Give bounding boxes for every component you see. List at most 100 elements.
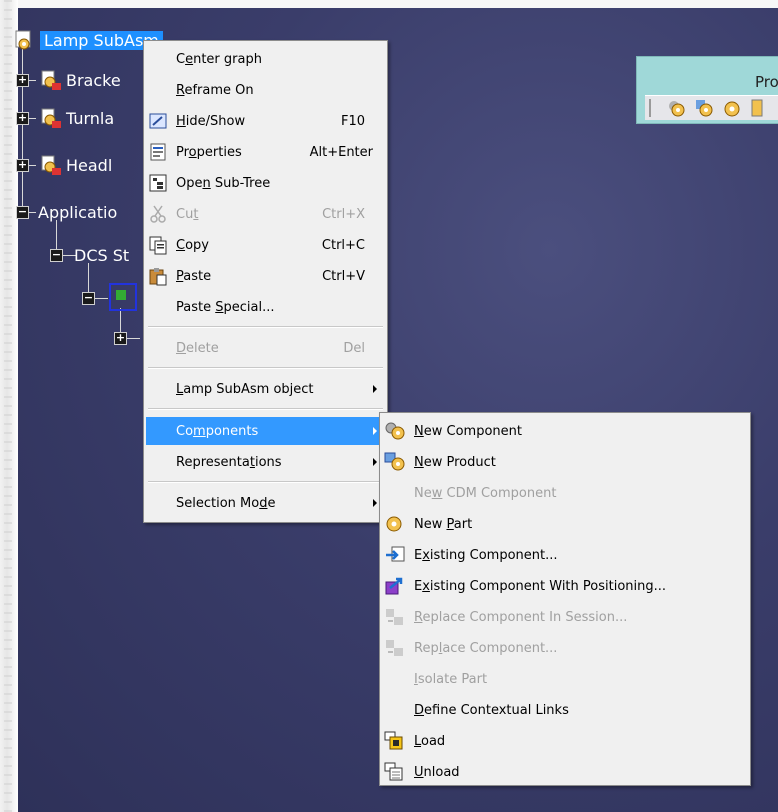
menu-item-label: Paste Special... xyxy=(176,299,275,315)
existing-component-icon xyxy=(384,545,405,565)
submenu-arrow-icon xyxy=(373,499,377,507)
tree-node-root[interactable]: Lamp SubAsm xyxy=(14,28,163,52)
menu-item-properties[interactable]: Properties Alt+Enter xyxy=(146,138,385,166)
menu-item-label: Load xyxy=(414,733,446,749)
tree-node-label[interactable]: Headl xyxy=(66,156,112,175)
submenu-item-unload[interactable]: Unload xyxy=(382,758,748,786)
component-icon xyxy=(40,69,62,91)
submenu-arrow-icon xyxy=(373,385,377,393)
new-part-icon xyxy=(384,514,404,534)
toolbar-icon-row xyxy=(645,95,778,120)
menu-item-label: Lamp SubAsm object xyxy=(176,381,314,397)
menu-item-shortcut: Ctrl+V xyxy=(322,268,365,284)
menu-item-shortcut: Del xyxy=(343,340,365,356)
load-icon xyxy=(384,731,404,751)
tree-node-dcs[interactable]: DCS St xyxy=(74,243,129,267)
menu-item-label: Components xyxy=(176,423,259,439)
tree-node-label[interactable]: Bracke xyxy=(66,71,121,90)
menu-item-label: Selection Mode xyxy=(176,495,276,511)
tree-node-label[interactable]: Applicatio xyxy=(38,203,117,222)
toolbar-title: Pro xyxy=(755,73,778,91)
submenu-item-load[interactable]: Load xyxy=(382,727,748,755)
new-product-icon xyxy=(384,452,405,472)
component-icon xyxy=(40,107,62,129)
tree-line xyxy=(22,38,23,213)
submenu-item-replace-in-session[interactable]: Replace Component In Session... xyxy=(382,603,748,631)
menu-item-shortcut: Ctrl+X xyxy=(322,206,365,222)
menu-item-selection-mode[interactable]: Selection Mode xyxy=(146,489,385,517)
menu-item-components[interactable]: Components xyxy=(146,417,385,445)
menu-item-label: Existing Component With Positioning... xyxy=(414,578,667,594)
copy-icon xyxy=(148,235,168,255)
tree-node[interactable]: Headl xyxy=(40,153,112,177)
menu-item-shortcut: F10 xyxy=(340,113,365,129)
expand-plus-icon[interactable]: + xyxy=(114,332,127,345)
submenu-item-new-product[interactable]: New Product xyxy=(382,448,748,476)
properties-icon xyxy=(148,142,168,162)
menu-item-reframe-on[interactable]: Reframe On xyxy=(146,76,385,104)
collapse-minus-icon[interactable]: − xyxy=(50,249,63,262)
menu-item-shortcut: Ctrl+C xyxy=(321,237,365,253)
menu-separator xyxy=(148,367,383,369)
menu-item-label: Unload xyxy=(414,764,460,780)
menu-item-center-graph[interactable]: Center graph xyxy=(146,45,385,73)
open-subtree-icon xyxy=(148,173,168,193)
menu-item-label: Delete xyxy=(176,340,219,356)
menu-item-label: Center graph xyxy=(176,51,262,67)
menu-item-label: Copy xyxy=(176,237,209,253)
collapse-minus-icon[interactable]: − xyxy=(16,206,29,219)
submenu-arrow-icon xyxy=(373,427,377,435)
menu-item-label: Define Contextual Links xyxy=(414,702,569,718)
hide-show-icon xyxy=(148,111,168,131)
collapse-minus-icon[interactable]: − xyxy=(82,292,95,305)
tree-node-label[interactable]: Turnla xyxy=(66,109,114,128)
new-part-icon[interactable] xyxy=(723,99,741,117)
submenu-item-new-part[interactable]: New Part xyxy=(382,510,748,538)
tree-node[interactable]: Bracke xyxy=(40,68,121,92)
submenu-item-isolate-part[interactable]: Isolate Part xyxy=(382,665,748,693)
menu-item-label: Representations xyxy=(176,454,282,470)
submenu-item-existing-component-positioning[interactable]: Existing Component With Positioning... xyxy=(382,572,748,600)
menu-item-label: Cut xyxy=(176,206,199,222)
existing-component-positioning-icon xyxy=(384,576,404,596)
menu-item-object-submenu[interactable]: Lamp SubAsm object xyxy=(146,375,385,403)
schematic-node-icon[interactable] xyxy=(108,282,138,312)
menu-item-label: Hide/Show xyxy=(176,113,246,129)
product-structure-toolbar: Pro xyxy=(636,56,778,124)
menu-item-copy[interactable]: Copy Ctrl+C xyxy=(146,231,385,259)
submenu-item-new-cdm-component[interactable]: New CDM Component xyxy=(382,479,748,507)
submenu-item-define-contextual-links[interactable]: Define Contextual Links xyxy=(382,696,748,724)
context-menu: Center graph Reframe On Hide/Show F10 Pr… xyxy=(143,40,388,523)
menu-item-label: Reframe On xyxy=(176,82,254,98)
menu-item-label: Replace Component In Session... xyxy=(414,609,628,625)
menu-item-label: Isolate Part xyxy=(414,671,488,687)
toolbar-grip[interactable] xyxy=(649,99,651,117)
new-component-icon xyxy=(384,421,405,441)
menu-item-label: Existing Component... xyxy=(414,547,558,563)
new-product-icon[interactable] xyxy=(695,99,713,117)
menu-item-paste[interactable]: Paste Ctrl+V xyxy=(146,262,385,290)
menu-item-open-subtree[interactable]: Open Sub-Tree xyxy=(146,169,385,197)
submenu-item-new-component[interactable]: New Component xyxy=(382,417,748,445)
menu-item-paste-special[interactable]: Paste Special... xyxy=(146,293,385,321)
submenu-item-existing-component[interactable]: Existing Component... xyxy=(382,541,748,569)
menu-item-label: New Component xyxy=(414,423,522,439)
menu-item-representations[interactable]: Representations xyxy=(146,448,385,476)
menu-item-cut[interactable]: Cut Ctrl+X xyxy=(146,200,385,228)
expand-plus-icon[interactable]: + xyxy=(16,112,29,125)
more-icon[interactable] xyxy=(751,99,763,117)
tree-node[interactable]: Turnla xyxy=(40,106,114,130)
menu-item-label: Open Sub-Tree xyxy=(176,175,271,191)
expand-plus-icon[interactable]: + xyxy=(16,74,29,87)
submenu-item-replace-component[interactable]: Replace Component... xyxy=(382,634,748,662)
menu-separator xyxy=(148,408,383,410)
menu-item-label: Properties xyxy=(176,144,242,160)
component-icon xyxy=(40,154,62,176)
expand-plus-icon[interactable]: + xyxy=(16,159,29,172)
new-component-icon[interactable] xyxy=(667,99,685,117)
tree-node-applications[interactable]: Applicatio xyxy=(38,200,117,224)
tree-node-label[interactable]: DCS St xyxy=(74,246,129,265)
menu-item-hide-show[interactable]: Hide/Show F10 xyxy=(146,107,385,135)
submenu-arrow-icon xyxy=(373,458,377,466)
menu-item-delete[interactable]: Delete Del xyxy=(146,334,385,362)
